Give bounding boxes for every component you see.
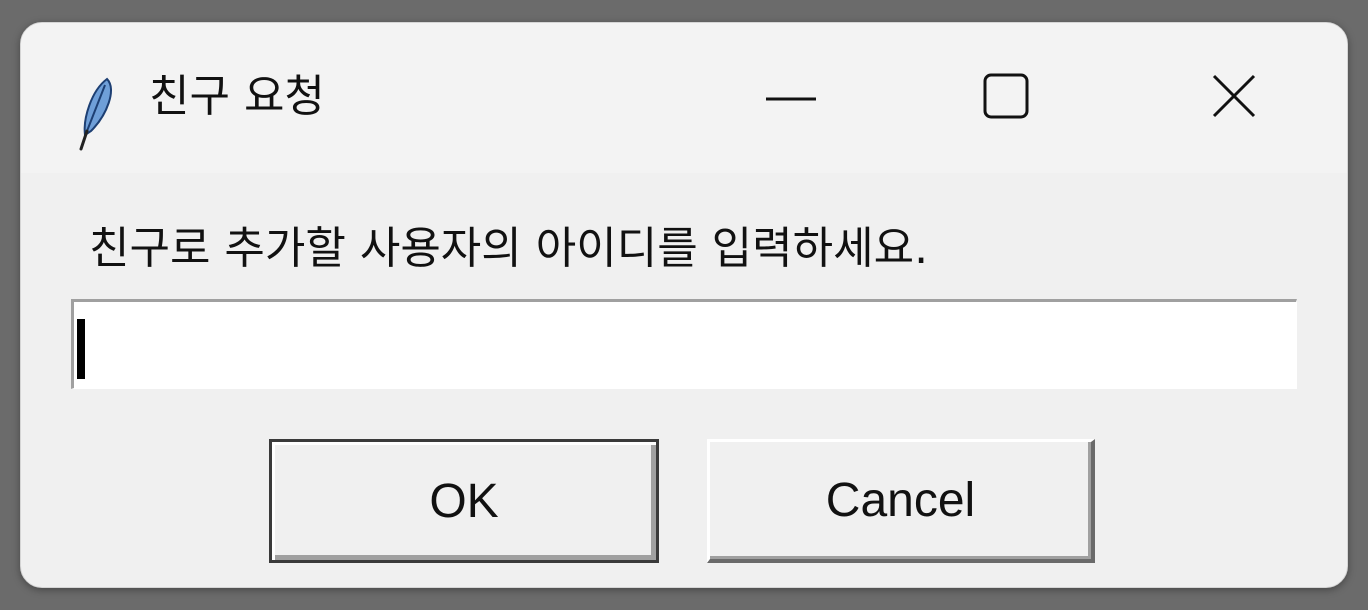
- minimize-icon: [766, 89, 816, 108]
- close-icon: [1211, 73, 1257, 123]
- minimize-button[interactable]: [736, 53, 846, 143]
- maximize-icon: [983, 73, 1029, 123]
- text-cursor: [77, 319, 85, 379]
- user-id-input[interactable]: [71, 299, 1297, 389]
- friend-request-dialog: 친구 요청 친구로 추가할 사용자의 아이디를 입력하세요. OK Cancel: [20, 22, 1348, 588]
- ok-button[interactable]: OK: [269, 439, 659, 563]
- title-bar[interactable]: 친구 요청: [21, 23, 1347, 173]
- window-title: 친구 요청: [149, 71, 325, 122]
- close-button[interactable]: [1179, 53, 1289, 143]
- feather-icon: [77, 75, 117, 155]
- prompt-label: 친구로 추가할 사용자의 아이디를 입력하세요.: [89, 223, 929, 274]
- cancel-button[interactable]: Cancel: [707, 439, 1095, 563]
- maximize-button[interactable]: [951, 53, 1061, 143]
